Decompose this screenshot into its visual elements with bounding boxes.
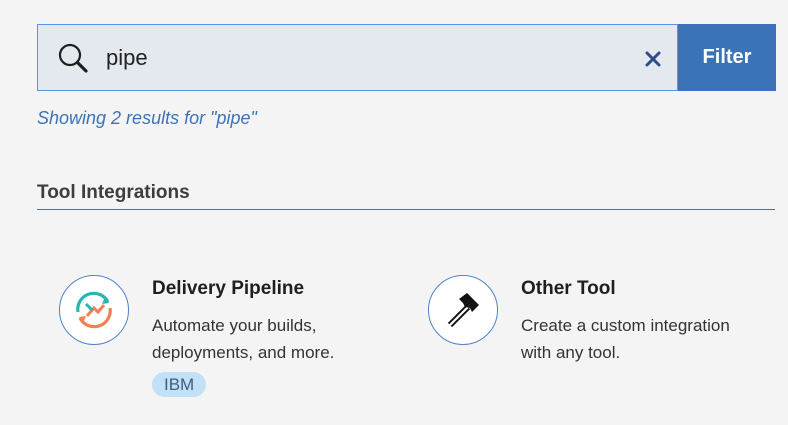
close-icon[interactable] — [641, 47, 665, 71]
search-icon — [58, 43, 88, 73]
provider-tag: IBM — [152, 372, 207, 397]
card-description: Automate your builds, deployments, and m… — [152, 316, 335, 362]
card-title: Delivery Pipeline — [152, 278, 305, 299]
search-bar: Filter — [37, 24, 776, 91]
hammer-icon — [428, 275, 498, 345]
results-summary: Showing 2 results for "pipe" — [37, 108, 257, 128]
card-description: Create a custom integration with any too… — [521, 316, 730, 362]
tool-card-other-tool[interactable]: Other Tool Create a custom integration w… — [428, 275, 768, 405]
delivery-pipeline-icon — [59, 275, 129, 345]
card-title: Other Tool — [521, 278, 616, 299]
filter-button[interactable]: Filter — [678, 24, 776, 91]
section-title: Tool Integrations — [37, 182, 190, 203]
search-box[interactable] — [37, 24, 678, 91]
tool-card-delivery-pipeline[interactable]: Delivery Pipeline Automate your builds, … — [59, 275, 379, 405]
section-divider — [37, 209, 775, 210]
search-input[interactable] — [106, 25, 626, 90]
